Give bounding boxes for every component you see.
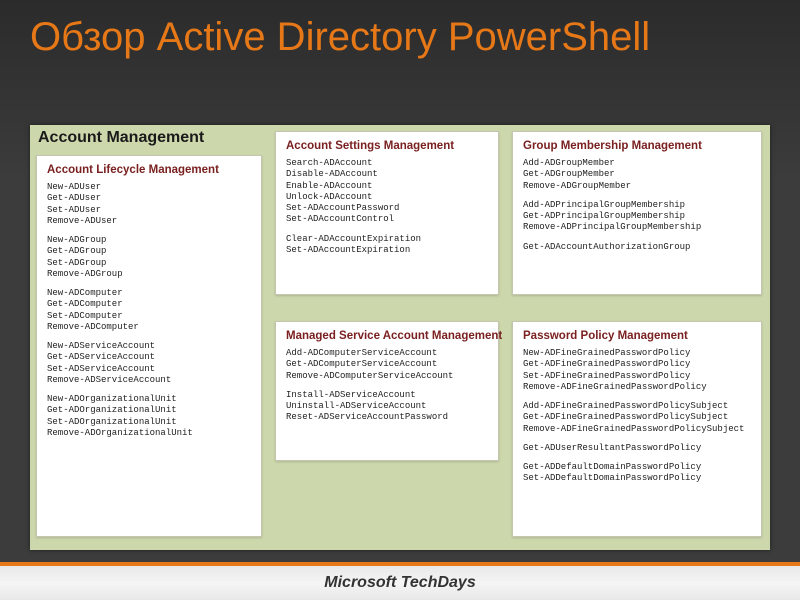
card-body-lifecycle: New-ADUserGet-ADUserSet-ADUserRemove-ADU…	[47, 182, 251, 439]
slide: Обзор Active Directory PowerShell Accoun…	[0, 0, 800, 600]
cmdlet: Enable-ADAccount	[286, 181, 488, 192]
cmdlet: Set-ADFineGrainedPasswordPolicy	[523, 371, 751, 382]
cmdlet: New-ADUser	[47, 182, 251, 193]
cmdlet-group: Add-ADComputerServiceAccountGet-ADComput…	[286, 348, 488, 382]
cmdlet: Get-ADGroupMember	[523, 169, 751, 180]
cmdlet: Remove-ADServiceAccount	[47, 375, 251, 386]
card-settings: Account Settings Management Search-ADAcc…	[275, 131, 499, 295]
cmdlet-group: Get-ADUserResultantPasswordPolicy	[523, 443, 751, 454]
cmdlet-group: Get-ADDefaultDomainPasswordPolicySet-ADD…	[523, 462, 751, 485]
cmdlet-group: New-ADServiceAccountGet-ADServiceAccount…	[47, 341, 251, 386]
cmdlet: Set-ADServiceAccount	[47, 364, 251, 375]
cmdlet: New-ADGroup	[47, 235, 251, 246]
cmdlet: New-ADOrganizationalUnit	[47, 394, 251, 405]
cmdlet: New-ADFineGrainedPasswordPolicy	[523, 348, 751, 359]
cmdlet: Get-ADFineGrainedPasswordPolicy	[523, 359, 751, 370]
cmdlet-group: Get-ADAccountAuthorizationGroup	[523, 242, 751, 253]
cmdlet: Get-ADOrganizationalUnit	[47, 405, 251, 416]
cmdlet: Get-ADUserResultantPasswordPolicy	[523, 443, 751, 454]
cmdlet: Uninstall-ADServiceAccount	[286, 401, 488, 412]
cmdlet: Remove-ADFineGrainedPasswordPolicySubjec…	[523, 424, 751, 435]
card-title-lifecycle: Account Lifecycle Management	[47, 164, 251, 176]
cmdlet: Get-ADComputer	[47, 299, 251, 310]
cmdlet-group: Add-ADGroupMemberGet-ADGroupMemberRemove…	[523, 158, 751, 192]
cmdlet: Set-ADAccountControl	[286, 214, 488, 225]
cmdlet: Search-ADAccount	[286, 158, 488, 169]
cmdlet: Install-ADServiceAccount	[286, 390, 488, 401]
card-title-settings: Account Settings Management	[286, 140, 488, 152]
cmdlet: Get-ADPrincipalGroupMembership	[523, 211, 751, 222]
cmdlet-group: New-ADUserGet-ADUserSet-ADUserRemove-ADU…	[47, 182, 251, 227]
cmdlet: Remove-ADComputerServiceAccount	[286, 371, 488, 382]
slide-title: Обзор Active Directory PowerShell	[0, 0, 800, 66]
card-body-managed: Add-ADComputerServiceAccountGet-ADComput…	[286, 348, 488, 424]
cmdlet: Remove-ADOrganizationalUnit	[47, 428, 251, 439]
cmdlet: Get-ADServiceAccount	[47, 352, 251, 363]
cmdlet: Remove-ADComputer	[47, 322, 251, 333]
cmdlet: Unlock-ADAccount	[286, 192, 488, 203]
cmdlet: Set-ADComputer	[47, 311, 251, 322]
cmdlet: Set-ADAccountPassword	[286, 203, 488, 214]
cmdlet-group: New-ADGroupGet-ADGroupSet-ADGroupRemove-…	[47, 235, 251, 280]
card-body-group: Add-ADGroupMemberGet-ADGroupMemberRemove…	[523, 158, 751, 253]
cmdlet: Add-ADGroupMember	[523, 158, 751, 169]
cmdlet: Disable-ADAccount	[286, 169, 488, 180]
cmdlet: New-ADComputer	[47, 288, 251, 299]
card-password: Password Policy Management New-ADFineGra…	[512, 321, 762, 537]
cmdlet: Set-ADDefaultDomainPasswordPolicy	[523, 473, 751, 484]
cmdlet: Get-ADComputerServiceAccount	[286, 359, 488, 370]
cmdlet: Remove-ADGroupMember	[523, 181, 751, 192]
card-body-settings: Search-ADAccountDisable-ADAccountEnable-…	[286, 158, 488, 256]
cmdlet-group: Clear-ADAccountExpirationSet-ADAccountEx…	[286, 234, 488, 257]
cmdlet: Remove-ADGroup	[47, 269, 251, 280]
content-stage: Account Management Account Lifecycle Man…	[30, 125, 770, 550]
cmdlet: Set-ADGroup	[47, 258, 251, 269]
card-lifecycle: Account Lifecycle Management New-ADUserG…	[36, 155, 262, 537]
cmdlet: Get-ADUser	[47, 193, 251, 204]
footer-text: Microsoft TechDays	[324, 574, 475, 592]
card-title-group: Group Membership Management	[523, 140, 751, 152]
cmdlet-group: Install-ADServiceAccountUninstall-ADServ…	[286, 390, 488, 424]
cmdlet: Set-ADAccountExpiration	[286, 245, 488, 256]
footer-bar: Microsoft TechDays	[0, 562, 800, 600]
cmdlet-group: New-ADOrganizationalUnitGet-ADOrganizati…	[47, 394, 251, 439]
card-group: Group Membership Management Add-ADGroupM…	[512, 131, 762, 295]
cmdlet-group: New-ADComputerGet-ADComputerSet-ADComput…	[47, 288, 251, 333]
cmdlet: Get-ADAccountAuthorizationGroup	[523, 242, 751, 253]
cmdlet-group: Add-ADFineGrainedPasswordPolicySubjectGe…	[523, 401, 751, 435]
stage-title: Account Management	[38, 129, 204, 147]
card-title-password: Password Policy Management	[523, 330, 751, 342]
cmdlet: Remove-ADUser	[47, 216, 251, 227]
cmdlet: Add-ADFineGrainedPasswordPolicySubject	[523, 401, 751, 412]
cmdlet: Remove-ADPrincipalGroupMembership	[523, 222, 751, 233]
cmdlet-group: Search-ADAccountDisable-ADAccountEnable-…	[286, 158, 488, 226]
cmdlet: Get-ADDefaultDomainPasswordPolicy	[523, 462, 751, 473]
cmdlet: Get-ADGroup	[47, 246, 251, 257]
card-title-managed: Managed Service Account Management	[286, 330, 488, 342]
cmdlet-group: Add-ADPrincipalGroupMembershipGet-ADPrin…	[523, 200, 751, 234]
cmdlet: Add-ADPrincipalGroupMembership	[523, 200, 751, 211]
cmdlet: Reset-ADServiceAccountPassword	[286, 412, 488, 423]
card-body-password: New-ADFineGrainedPasswordPolicyGet-ADFin…	[523, 348, 751, 485]
cmdlet-group: New-ADFineGrainedPasswordPolicyGet-ADFin…	[523, 348, 751, 393]
card-managed: Managed Service Account Management Add-A…	[275, 321, 499, 461]
cmdlet: Set-ADUser	[47, 205, 251, 216]
cmdlet: Set-ADOrganizationalUnit	[47, 417, 251, 428]
cmdlet: Remove-ADFineGrainedPasswordPolicy	[523, 382, 751, 393]
cmdlet: New-ADServiceAccount	[47, 341, 251, 352]
cmdlet: Add-ADComputerServiceAccount	[286, 348, 488, 359]
cmdlet: Clear-ADAccountExpiration	[286, 234, 488, 245]
cmdlet: Get-ADFineGrainedPasswordPolicySubject	[523, 412, 751, 423]
